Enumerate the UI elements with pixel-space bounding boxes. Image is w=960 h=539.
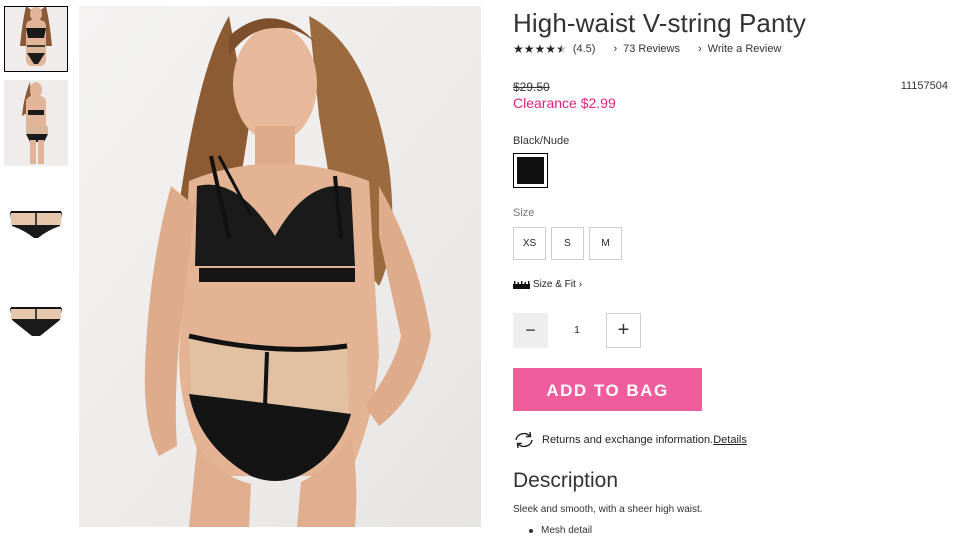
- bullet-text: Mesh detail: [541, 525, 593, 536]
- product-sku: 11157504: [900, 80, 948, 92]
- main-product-image[interactable]: [79, 6, 481, 527]
- thumbnail-2[interactable]: [4, 80, 68, 166]
- quantity-increase-button[interactable]: +: [606, 313, 641, 348]
- add-to-bag-button[interactable]: ADD TO BAG: [513, 368, 702, 411]
- color-swatch-black-nude[interactable]: [513, 153, 548, 188]
- rating-row: ★ ★ ★ ★ ★ (4.5) › 73 Reviews › Write a R…: [513, 41, 781, 57]
- half-star-icon: ★: [556, 42, 567, 56]
- thumbnail-3-image: [10, 211, 62, 238]
- returns-details-link[interactable]: Details: [713, 434, 747, 446]
- returns-exchange-icon: [515, 431, 533, 449]
- ruler-icon: [513, 280, 530, 289]
- color-label: Black/Nude: [513, 135, 570, 147]
- returns-info: Returns and exchange information. Detail…: [513, 431, 747, 449]
- size-label: Size: [513, 207, 535, 219]
- product-title: High-waist V-string Panty: [513, 8, 806, 38]
- description-bullets: Mesh detail: [513, 525, 592, 536]
- quantity-value[interactable]: 1: [548, 325, 606, 336]
- star-icon: ★: [534, 42, 546, 56]
- chevron-right-icon: ›: [697, 43, 702, 55]
- star-icon: ★: [523, 42, 535, 56]
- rating-value: (4.5): [572, 43, 596, 55]
- description-heading: Description: [513, 469, 619, 492]
- description-text: Sleek and smooth, with a sheer high wais…: [513, 504, 703, 515]
- star-rating: ★ ★ ★ ★ ★: [513, 43, 567, 55]
- original-price: $29.50: [513, 80, 550, 94]
- thumbnail-4[interactable]: [4, 288, 68, 348]
- size-fit-link[interactable]: Size & Fit ›: [513, 279, 582, 290]
- description-bullet: Mesh detail: [513, 525, 592, 536]
- thumbnail-1-image: [4, 6, 68, 72]
- chevron-right-icon: ›: [613, 43, 618, 55]
- returns-text: Returns and exchange information.: [542, 434, 714, 446]
- thumbnail-1[interactable]: [4, 6, 68, 72]
- thumbnail-2-image: [4, 80, 68, 166]
- thumbnail-3[interactable]: [4, 192, 68, 252]
- size-options: XS S M: [513, 227, 622, 260]
- minus-icon: −: [525, 320, 536, 340]
- bullet-icon: [529, 528, 533, 533]
- swatch-fill: [517, 157, 544, 184]
- plus-icon: +: [617, 319, 630, 341]
- size-option-xs[interactable]: XS: [513, 227, 546, 260]
- clearance-price: Clearance $2.99: [513, 95, 616, 111]
- model-photo: [79, 6, 481, 527]
- reviews-link[interactable]: 73 Reviews: [623, 43, 680, 55]
- size-fit-label: Size & Fit: [533, 279, 576, 290]
- size-option-s[interactable]: S: [551, 227, 584, 260]
- star-icon: ★: [545, 42, 557, 56]
- quantity-stepper: − 1 +: [513, 313, 641, 348]
- thumbnail-4-image: [10, 307, 62, 336]
- quantity-decrease-button[interactable]: −: [513, 313, 548, 348]
- star-icon: ★: [513, 42, 524, 56]
- chevron-right-icon: ›: [578, 279, 583, 290]
- size-option-m[interactable]: M: [589, 227, 622, 260]
- write-review-link[interactable]: Write a Review: [708, 43, 782, 55]
